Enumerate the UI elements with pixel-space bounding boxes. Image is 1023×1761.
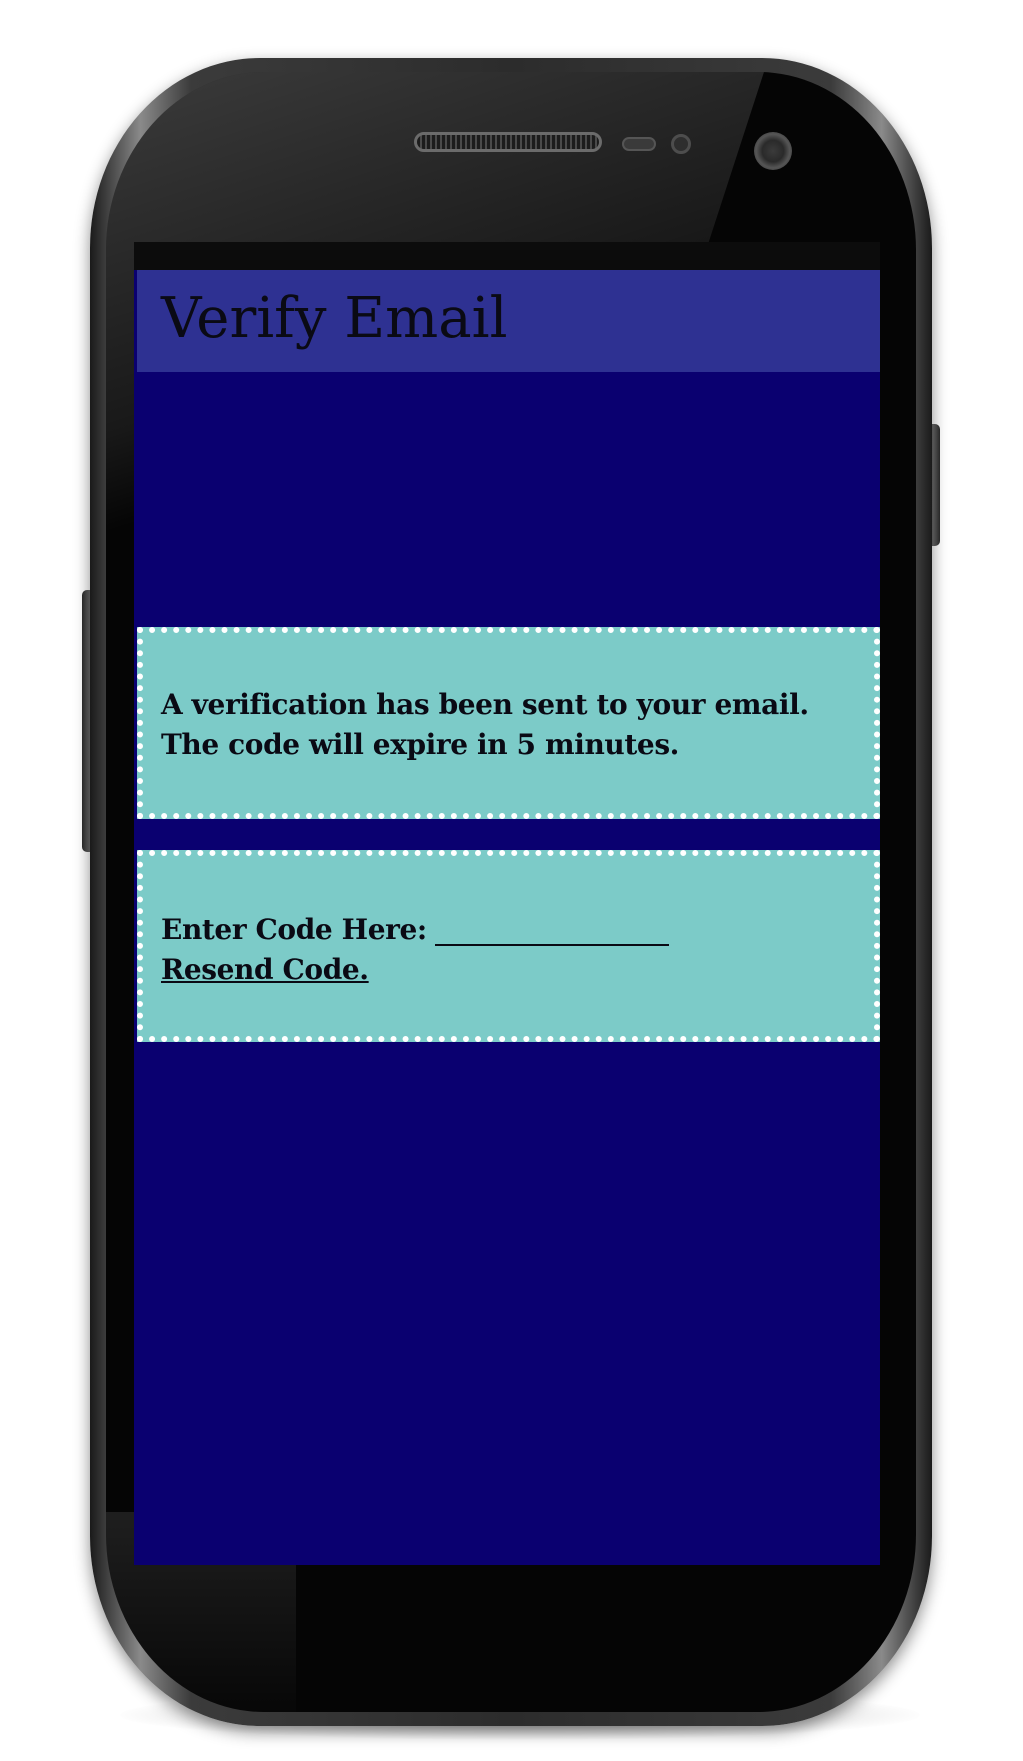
verification-code-input[interactable]: [434, 912, 669, 946]
phone-screen: Verify Email A verification has been sen…: [134, 242, 880, 1565]
code-entry-row: Enter Code Here:: [161, 910, 669, 950]
app-bar: Verify Email: [137, 270, 880, 372]
page-title: Verify Email: [161, 286, 508, 351]
device-mockup: Verify Email A verification has been sen…: [0, 0, 1023, 1761]
info-message-line-2: The code will expire in 5 minutes.: [161, 728, 680, 761]
code-entry-card: Enter Code Here: Resend Code.: [137, 850, 880, 1042]
earpiece-speaker: [414, 132, 602, 152]
code-field-label: Enter Code Here:: [161, 913, 427, 946]
front-camera-icon: [754, 132, 792, 170]
status-bar: [134, 242, 880, 270]
verification-info-card: A verification has been sent to your ema…: [137, 627, 880, 819]
info-message-line-1: A verification has been sent to your ema…: [161, 688, 809, 721]
proximity-sensor: [622, 137, 656, 151]
light-sensor: [671, 134, 691, 154]
resend-code-link[interactable]: Resend Code.: [161, 950, 369, 990]
